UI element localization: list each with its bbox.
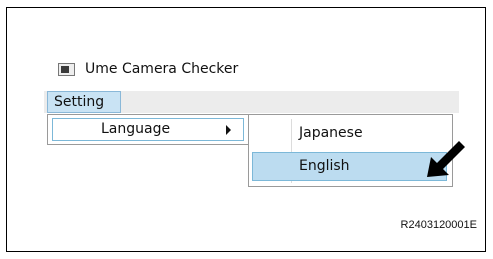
- app-window-icon: [58, 62, 75, 76]
- reference-code: R2403120001E: [400, 219, 477, 231]
- menu-setting[interactable]: Setting: [47, 91, 121, 113]
- menu-item-english[interactable]: English: [252, 152, 447, 181]
- menu-item-japanese-label: Japanese: [299, 125, 363, 141]
- window-title-bar: Ume Camera Checker: [58, 58, 238, 80]
- black-arrow-pointer-icon: [427, 141, 465, 177]
- window-title: Ume Camera Checker: [85, 61, 239, 77]
- menu-item-language[interactable]: Language: [52, 118, 244, 141]
- language-dropdown: Japanese English: [248, 114, 453, 187]
- menu-item-english-label: English: [299, 158, 350, 174]
- chevron-right-icon: [226, 125, 231, 135]
- menu-item-japanese[interactable]: Japanese: [253, 120, 447, 148]
- menu-item-language-label: Language: [101, 121, 171, 137]
- setting-dropdown: Language: [47, 114, 249, 145]
